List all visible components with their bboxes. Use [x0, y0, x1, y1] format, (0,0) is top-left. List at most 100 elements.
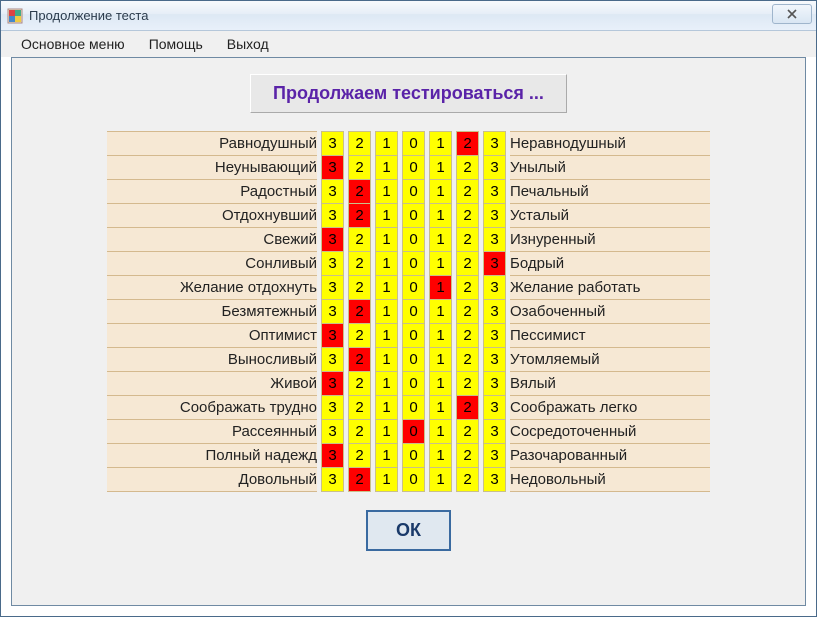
rating-cell[interactable]: 0: [403, 396, 425, 420]
rating-cell[interactable]: 0: [403, 324, 425, 348]
menu-exit[interactable]: Выход: [215, 34, 281, 54]
rating-cell[interactable]: 0: [403, 180, 425, 204]
rating-cell[interactable]: 1: [430, 156, 452, 180]
rating-cell[interactable]: 2: [457, 372, 479, 396]
rating-cell[interactable]: 3: [484, 420, 506, 444]
rating-cell[interactable]: 3: [484, 180, 506, 204]
rating-cell[interactable]: 2: [457, 204, 479, 228]
rating-cell[interactable]: 1: [430, 396, 452, 420]
rating-cell[interactable]: 1: [430, 252, 452, 276]
rating-cell[interactable]: 3: [322, 372, 344, 396]
rating-cell[interactable]: 3: [484, 468, 506, 492]
rating-cell[interactable]: 1: [376, 276, 398, 300]
rating-cell[interactable]: 2: [349, 420, 371, 444]
rating-cell[interactable]: 2: [349, 396, 371, 420]
rating-cell[interactable]: 3: [484, 228, 506, 252]
rating-cell[interactable]: 3: [484, 156, 506, 180]
menu-main[interactable]: Основное меню: [9, 34, 137, 54]
rating-cell[interactable]: 1: [430, 276, 452, 300]
rating-cell[interactable]: 0: [403, 420, 425, 444]
rating-cell[interactable]: 1: [376, 372, 398, 396]
rating-cell[interactable]: 3: [484, 252, 506, 276]
rating-cell[interactable]: 1: [430, 468, 452, 492]
rating-cell[interactable]: 3: [484, 444, 506, 468]
rating-cell[interactable]: 3: [322, 132, 344, 156]
rating-cell[interactable]: 0: [403, 300, 425, 324]
close-button[interactable]: [772, 4, 812, 24]
rating-cell[interactable]: 2: [349, 156, 371, 180]
rating-cell[interactable]: 3: [484, 204, 506, 228]
rating-cell[interactable]: 1: [430, 180, 452, 204]
rating-cell[interactable]: 1: [376, 132, 398, 156]
rating-cell[interactable]: 2: [349, 324, 371, 348]
rating-cell[interactable]: 1: [376, 420, 398, 444]
rating-cell[interactable]: 0: [403, 132, 425, 156]
rating-cell[interactable]: 3: [484, 300, 506, 324]
rating-cell[interactable]: 2: [457, 228, 479, 252]
rating-cell[interactable]: 1: [376, 156, 398, 180]
rating-cell[interactable]: 1: [430, 444, 452, 468]
rating-cell[interactable]: 0: [403, 444, 425, 468]
ok-button[interactable]: ОК: [366, 510, 451, 551]
rating-cell[interactable]: 3: [484, 372, 506, 396]
rating-cell[interactable]: 3: [484, 276, 506, 300]
rating-cell[interactable]: 1: [430, 420, 452, 444]
rating-cell[interactable]: 3: [484, 132, 506, 156]
rating-cell[interactable]: 2: [349, 228, 371, 252]
rating-cell[interactable]: 3: [322, 324, 344, 348]
rating-cell[interactable]: 2: [457, 156, 479, 180]
rating-cell[interactable]: 1: [430, 204, 452, 228]
rating-cell[interactable]: 3: [322, 444, 344, 468]
rating-cell[interactable]: 2: [349, 204, 371, 228]
rating-cell[interactable]: 2: [457, 324, 479, 348]
rating-cell[interactable]: 1: [430, 228, 452, 252]
rating-cell[interactable]: 1: [376, 444, 398, 468]
rating-cell[interactable]: 2: [457, 132, 479, 156]
rating-cell[interactable]: 1: [376, 324, 398, 348]
rating-cell[interactable]: 0: [403, 228, 425, 252]
rating-cell[interactable]: 1: [376, 300, 398, 324]
rating-cell[interactable]: 0: [403, 276, 425, 300]
rating-cell[interactable]: 2: [457, 348, 479, 372]
rating-cell[interactable]: 2: [349, 252, 371, 276]
rating-cell[interactable]: 1: [376, 204, 398, 228]
rating-cell[interactable]: 3: [322, 156, 344, 180]
rating-cell[interactable]: 1: [376, 348, 398, 372]
rating-cell[interactable]: 3: [322, 420, 344, 444]
rating-cell[interactable]: 1: [430, 348, 452, 372]
rating-cell[interactable]: 2: [349, 468, 371, 492]
rating-cell[interactable]: 2: [457, 276, 479, 300]
menu-help[interactable]: Помощь: [137, 34, 215, 54]
rating-cell[interactable]: 1: [430, 300, 452, 324]
rating-cell[interactable]: 1: [376, 396, 398, 420]
rating-cell[interactable]: 2: [457, 468, 479, 492]
rating-cell[interactable]: 3: [484, 324, 506, 348]
rating-cell[interactable]: 1: [376, 468, 398, 492]
rating-cell[interactable]: 1: [376, 180, 398, 204]
rating-cell[interactable]: 1: [430, 132, 452, 156]
rating-cell[interactable]: 2: [349, 444, 371, 468]
rating-cell[interactable]: 0: [403, 468, 425, 492]
rating-cell[interactable]: 2: [457, 420, 479, 444]
rating-cell[interactable]: 0: [403, 348, 425, 372]
rating-cell[interactable]: 2: [349, 300, 371, 324]
rating-cell[interactable]: 3: [322, 276, 344, 300]
rating-cell[interactable]: 3: [322, 180, 344, 204]
rating-cell[interactable]: 0: [403, 156, 425, 180]
rating-cell[interactable]: 3: [484, 396, 506, 420]
rating-cell[interactable]: 3: [322, 468, 344, 492]
rating-cell[interactable]: 3: [322, 252, 344, 276]
rating-cell[interactable]: 2: [349, 180, 371, 204]
rating-cell[interactable]: 3: [322, 204, 344, 228]
rating-cell[interactable]: 0: [403, 372, 425, 396]
rating-cell[interactable]: 3: [322, 348, 344, 372]
rating-cell[interactable]: 3: [322, 300, 344, 324]
rating-cell[interactable]: 2: [457, 300, 479, 324]
rating-cell[interactable]: 2: [457, 252, 479, 276]
rating-cell[interactable]: 0: [403, 252, 425, 276]
rating-cell[interactable]: 2: [349, 372, 371, 396]
rating-cell[interactable]: 2: [349, 276, 371, 300]
rating-cell[interactable]: 2: [457, 180, 479, 204]
rating-cell[interactable]: 3: [322, 228, 344, 252]
rating-cell[interactable]: 3: [322, 396, 344, 420]
